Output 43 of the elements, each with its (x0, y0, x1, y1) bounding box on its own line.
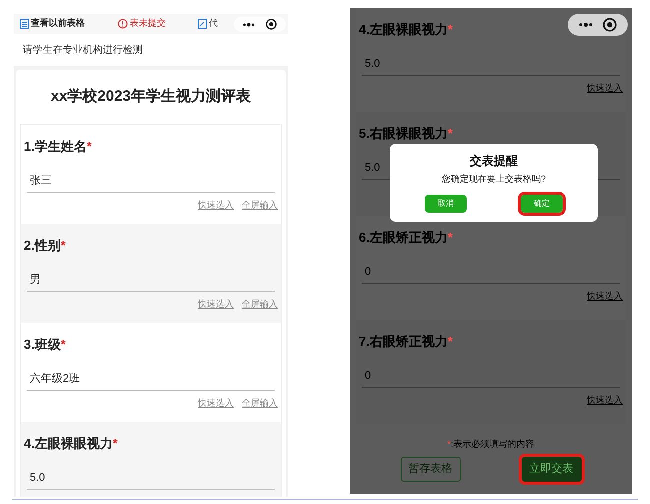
dialog-title: 交表提醒 (470, 153, 518, 170)
dialog-message: 您确定现在要上交表格吗? (442, 173, 546, 186)
more-icon[interactable] (579, 23, 593, 27)
fullscreen-input-link[interactable]: 全屏输入 (242, 396, 278, 410)
quick-select-link[interactable]: 快速选入 (198, 396, 234, 410)
question-label: 4.左眼裸眼视力* (359, 21, 453, 39)
question-label: 2.性别* (24, 237, 66, 255)
answer-field[interactable]: 0 (362, 262, 620, 284)
more-icon[interactable] (243, 22, 256, 26)
required-note: *:表示必须填写的内容 (446, 438, 536, 451)
answer-field[interactable]: 六年级2班 (27, 368, 275, 390)
answer-field[interactable]: 张三 (27, 170, 275, 192)
save-draft-button[interactable]: 暂存表格 (400, 456, 460, 482)
capsule-menu[interactable] (234, 17, 286, 32)
answer-field[interactable]: 5.0 (27, 468, 275, 490)
document-icon (20, 19, 29, 29)
answer-field[interactable]: 5.0 (362, 54, 620, 76)
question-label: 1.学生姓名* (24, 138, 92, 156)
capsule-menu[interactable] (568, 14, 628, 36)
quick-select-link[interactable]: 快速选入 (198, 198, 234, 212)
proxy-fill-link[interactable]: 代 (198, 17, 218, 31)
cancel-button[interactable]: 取消 (425, 194, 467, 212)
notice-text: 请学生在专业机构进行检测 (14, 34, 288, 66)
confirm-button[interactable]: 确定 (521, 194, 563, 212)
quick-select-link[interactable]: 快速选入 (587, 82, 623, 95)
answer-field[interactable]: 男 (27, 270, 275, 292)
edit-icon (198, 19, 207, 29)
quick-select-link[interactable]: 快速选入 (587, 290, 623, 303)
status-label: 表未提交 (118, 17, 166, 31)
quick-select-link[interactable]: 快速选入 (198, 298, 234, 311)
warning-icon (118, 19, 128, 29)
question-label: 3.班级* (24, 336, 66, 354)
question-label: 5.右眼裸眼视力* (359, 125, 453, 143)
question-label: 4.左眼裸眼视力* (24, 435, 118, 453)
fullscreen-input-link[interactable]: 全屏输入 (242, 198, 278, 212)
question-label: 6.左眼矫正视力* (359, 229, 453, 247)
answer-field[interactable]: 0 (362, 366, 620, 388)
question-label: 7.右眼矫正视力* (359, 333, 453, 351)
quick-select-link[interactable]: 快速选入 (587, 394, 623, 407)
history-link[interactable]: 查看以前表格 (20, 17, 85, 31)
submit-button[interactable]: 立即交表 (522, 456, 582, 482)
form-title: xx学校2023年学生视力测评表 (50, 86, 252, 107)
fullscreen-input-link[interactable]: 全屏输入 (242, 298, 278, 311)
